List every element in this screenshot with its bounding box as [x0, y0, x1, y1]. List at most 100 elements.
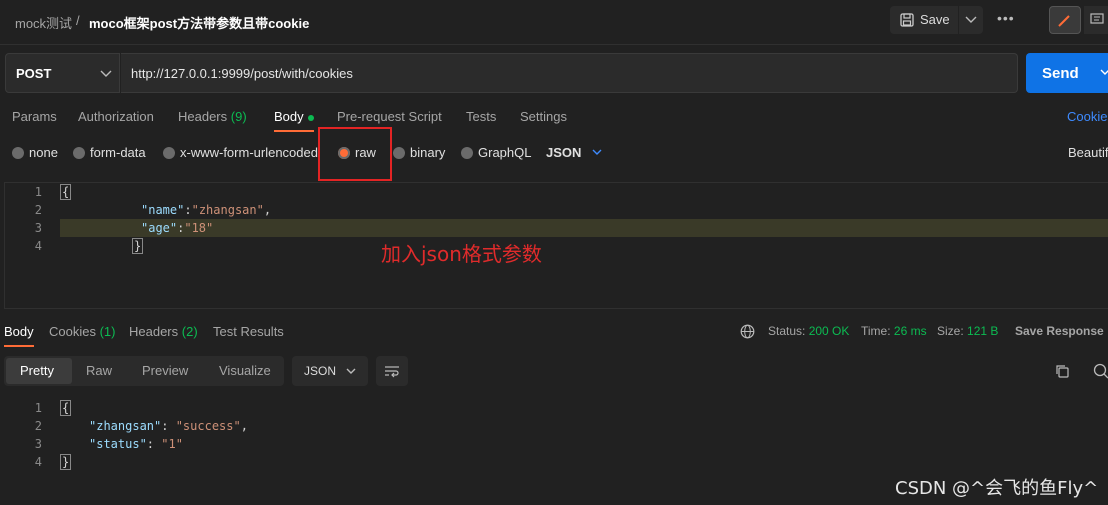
response-open-brace: {	[60, 400, 72, 416]
response-tab-headers[interactable]: Headers (2)	[129, 324, 198, 339]
more-options-button[interactable]: •••	[997, 10, 1015, 26]
save-label: Save	[920, 12, 950, 27]
radio-urlencoded[interactable]	[163, 147, 175, 159]
copy-icon[interactable]	[1055, 364, 1070, 379]
active-tab-indicator	[274, 130, 314, 132]
tab-headers-count: (9)	[230, 109, 247, 124]
request-body-editor[interactable]	[4, 182, 1108, 309]
line-number: 4	[34, 239, 42, 253]
globe-icon[interactable]	[740, 324, 755, 339]
tab-params[interactable]: Params	[12, 109, 57, 124]
radio-form-data-label[interactable]: form-data	[90, 145, 146, 160]
json-value: "zhangsan"	[191, 203, 264, 217]
response-line-zhangsan: "zhangsan": "success",	[89, 419, 248, 433]
save-response-button[interactable]: Save Response	[1015, 324, 1104, 338]
view-visualize[interactable]: Visualize	[219, 363, 271, 378]
json-key: "name"	[141, 203, 185, 217]
top-bar: mock测试 / moco框架post方法带参数且带cookie Save ••…	[0, 0, 1108, 45]
line-number: 1	[34, 185, 42, 199]
time-label: Time:	[861, 324, 891, 338]
code-line-name: "name":"zhangsan",	[141, 203, 272, 217]
response-tab-cookies-label: Cookies	[49, 324, 96, 339]
time-value: 26 ms	[893, 324, 927, 338]
status-info[interactable]: Status: 200 OK	[768, 324, 849, 338]
response-format-label: JSON	[304, 364, 337, 378]
url-input[interactable]: http://127.0.0.1:9999/post/with/cookies	[121, 53, 1018, 93]
response-tab-headers-label: Headers	[129, 324, 179, 339]
size-label: Size:	[937, 324, 964, 338]
tab-pre-request-script[interactable]: Pre-request Script	[337, 109, 442, 124]
tab-headers-label: Headers	[178, 109, 228, 124]
active-response-tab-indicator	[4, 345, 34, 347]
json-key: "age"	[141, 221, 178, 235]
tab-body-label: Body	[274, 109, 304, 124]
current-line-highlight	[60, 219, 1108, 237]
chevron-down-icon	[1100, 69, 1108, 75]
method-select[interactable]: POST	[5, 53, 120, 93]
response-close-brace: }	[60, 454, 72, 470]
send-button[interactable]: Send	[1026, 53, 1108, 93]
tab-tests[interactable]: Tests	[466, 109, 496, 124]
line-number: 4	[34, 455, 42, 469]
wrap-lines-button[interactable]	[376, 356, 408, 386]
line-number: 2	[34, 419, 42, 433]
tab-authorization[interactable]: Authorization	[78, 109, 154, 124]
line-number: 3	[34, 221, 42, 235]
tab-body[interactable]: Body	[274, 109, 314, 124]
raw-format-select[interactable]: JSON	[546, 145, 581, 160]
send-label: Send	[1042, 65, 1079, 82]
chevron-down-icon	[100, 70, 112, 77]
chevron-down-icon	[346, 368, 356, 374]
response-tab-test-results[interactable]: Test Results	[213, 324, 284, 339]
response-line-status: "status": "1"	[89, 437, 183, 451]
body-indicator-dot	[307, 114, 314, 121]
watermark: CSDN @^会飞的鱼Fly^	[895, 478, 1099, 499]
annotation-text: 加入json格式参数	[381, 242, 542, 266]
chevron-down-icon	[965, 16, 977, 23]
save-icon	[900, 13, 914, 27]
size-info[interactable]: Size: 121 B	[937, 324, 998, 338]
raw-highlight-box	[318, 127, 392, 181]
code-open-brace: {	[60, 184, 72, 200]
response-tab-cookies[interactable]: Cookies (1)	[49, 324, 115, 339]
line-number: 3	[34, 437, 42, 451]
save-button[interactable]: Save	[890, 6, 958, 34]
view-raw[interactable]: Raw	[86, 363, 112, 378]
radio-graphql-label[interactable]: GraphQL	[478, 145, 531, 160]
view-preview[interactable]: Preview	[142, 363, 188, 378]
json-value: "success"	[175, 419, 241, 433]
time-info[interactable]: Time: 26 ms	[861, 324, 927, 338]
radio-none-label[interactable]: none	[29, 145, 58, 160]
size-value: 121 B	[967, 324, 999, 338]
comments-button[interactable]	[1084, 6, 1108, 34]
radio-urlencoded-label[interactable]: x-www-form-urlencoded	[180, 145, 318, 160]
response-tab-cookies-count: (1)	[99, 324, 116, 339]
status-value: 200 OK	[808, 324, 850, 338]
save-dropdown-button[interactable]	[959, 6, 983, 34]
radio-none[interactable]	[12, 147, 24, 159]
response-tab-headers-count: (2)	[181, 324, 198, 339]
breadcrumb-workspace[interactable]: mock测试	[15, 13, 72, 32]
request-title[interactable]: moco框架post方法带参数且带cookie	[89, 13, 309, 32]
url-text: http://127.0.0.1:9999/post/with/cookies	[131, 66, 353, 81]
chevron-down-icon[interactable]	[592, 149, 602, 156]
tab-headers[interactable]: Headers (9)	[178, 109, 247, 124]
radio-form-data[interactable]	[73, 147, 85, 159]
radio-binary[interactable]	[393, 147, 405, 159]
json-key: "status"	[89, 437, 147, 451]
method-label: POST	[16, 66, 52, 81]
view-pretty[interactable]: Pretty	[20, 363, 54, 378]
code-close-brace: }	[132, 238, 144, 254]
beautify-link[interactable]: Beautify	[1068, 145, 1108, 160]
radio-binary-label[interactable]: binary	[410, 145, 445, 160]
response-tab-body[interactable]: Body	[4, 324, 34, 339]
tab-settings[interactable]: Settings	[520, 109, 567, 124]
edit-button[interactable]	[1049, 6, 1081, 34]
line-number: 1	[34, 401, 42, 415]
response-view-switcher: Pretty Raw Preview Visualize	[4, 356, 284, 386]
radio-graphql[interactable]	[461, 147, 473, 159]
comment-icon	[1090, 13, 1104, 24]
search-icon[interactable]	[1093, 363, 1108, 379]
cookies-link[interactable]: Cookies	[1067, 109, 1108, 124]
response-format-select[interactable]: JSON	[292, 356, 368, 386]
